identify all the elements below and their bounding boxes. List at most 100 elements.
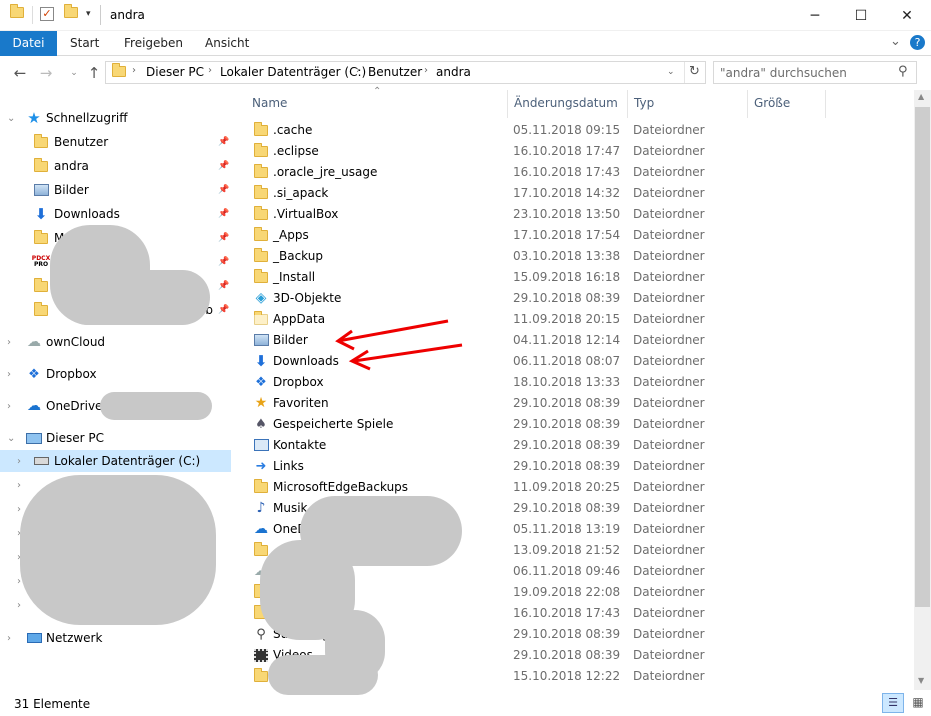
chevron-right-icon[interactable]: ›	[132, 65, 136, 76]
file-row[interactable]: ♠ Gespeicherte Spiele 29.10.2018 08:39 Date…	[235, 414, 915, 435]
file-type: Dateiordner	[633, 459, 705, 473]
refresh-icon[interactable]: ↻	[689, 64, 700, 79]
chevron-down-icon[interactable]: ⌄	[7, 113, 15, 124]
column-header-name[interactable]: Name	[246, 90, 508, 118]
chevron-right-icon[interactable]: ›	[208, 65, 212, 76]
pin-icon[interactable]: 📌	[218, 185, 229, 195]
column-header-date[interactable]: Änderungsdatum	[508, 90, 628, 118]
pin-icon[interactable]: 📌	[218, 137, 229, 147]
file-date: 19.09.2018 22:08	[513, 585, 621, 599]
properties-icon[interactable]: ✓	[40, 7, 54, 21]
download-icon: ⬇	[34, 205, 48, 223]
chevron-right-icon[interactable]: ›	[424, 65, 428, 76]
nav-item-owncloud[interactable]: › ☁ ownCloud	[0, 331, 231, 353]
close-button[interactable]: ✕	[884, 0, 930, 31]
nav-item-local-disk[interactable]: › Lokaler Datenträger (C:)	[0, 450, 231, 472]
pin-icon[interactable]: 📌	[218, 233, 229, 243]
customize-quick-access-icon[interactable]: ▾	[86, 9, 91, 19]
file-row[interactable]: MicrosoftEdgeBackups 11.09.2018 20:25 Date…	[235, 477, 915, 498]
pin-icon[interactable]: 📌	[218, 161, 229, 171]
file-row[interactable]: ❖ Dropbox 18.10.2018 13:33 Dateiordner	[235, 372, 915, 393]
nav-item-andra[interactable]: andra 📌	[0, 155, 231, 177]
star-icon: ★	[27, 109, 41, 127]
breadcrumb-local-disk[interactable]: Lokaler Datenträger (C:)	[220, 65, 366, 79]
file-row[interactable]: .VirtualBox 23.10.2018 13:50 Dateiordner	[235, 204, 915, 225]
scroll-down-icon[interactable]: ▼	[918, 676, 924, 685]
link-icon: ➜	[255, 458, 267, 474]
expand-ribbon-icon[interactable]: ⌄	[890, 34, 901, 49]
nav-item-quick-access[interactable]: ⌄ ★ Schnellzugriff	[0, 107, 231, 129]
nav-item-dropbox[interactable]: › ❖ Dropbox	[0, 363, 231, 385]
nav-label: Dropbox	[46, 367, 97, 381]
up-arrow-icon[interactable]: ↑	[84, 63, 104, 83]
nav-item-downloads[interactable]: ⬇ Downloads 📌	[0, 203, 231, 225]
maximize-button[interactable]: ☐	[838, 0, 884, 31]
pin-icon[interactable]: 📌	[218, 281, 229, 291]
nav-item-benutzer[interactable]: Benutzer 📌	[0, 131, 231, 153]
tab-ansicht[interactable]: Ansicht	[195, 31, 259, 56]
file-row[interactable]: .cache 05.11.2018 09:15 Dateiordner	[235, 120, 915, 141]
scroll-up-icon[interactable]: ▲	[918, 92, 924, 101]
folder-icon	[33, 277, 49, 294]
details-view-icon[interactable]: ☰	[882, 693, 904, 713]
address-dropdown-icon[interactable]: ⌄	[667, 67, 675, 77]
help-icon[interactable]: ?	[910, 35, 925, 50]
file-name: _Apps	[273, 228, 309, 242]
chevron-right-icon[interactable]: ›	[17, 480, 21, 491]
nav-item-netzwerk[interactable]: › Netzwerk	[0, 627, 231, 649]
file-row[interactable]: .eclipse 16.10.2018 17:47 Dateiordner	[235, 141, 915, 162]
new-folder-icon[interactable]	[64, 4, 80, 23]
nav-item-bilder[interactable]: Bilder 📌	[0, 179, 231, 201]
scrollbar-thumb[interactable]	[915, 107, 930, 607]
chevron-down-icon[interactable]: ⌄	[7, 433, 15, 444]
file-row[interactable]: ◈ 3D-Objekte 29.10.2018 08:39 Dateiordner	[235, 288, 915, 309]
chevron-right-icon[interactable]: ›	[7, 369, 11, 380]
column-header-size[interactable]: Größe	[748, 90, 826, 118]
file-date: 17.10.2018 14:32	[513, 186, 621, 200]
large-icons-view-icon[interactable]: ▦	[908, 693, 928, 713]
tab-start[interactable]: Start	[60, 31, 109, 56]
divider	[100, 5, 101, 25]
search-icon[interactable]: ⚲	[898, 64, 908, 79]
file-row[interactable]: ➜ Links 29.10.2018 08:39 Dateiordner	[235, 456, 915, 477]
file-type: Dateiordner	[633, 501, 705, 515]
search-input[interactable]: "andra" durchsuchen	[713, 61, 917, 84]
nav-label: ownCloud	[46, 335, 106, 349]
chevron-right-icon[interactable]: ›	[7, 337, 11, 348]
file-type: Dateiordner	[633, 627, 705, 641]
chevron-right-icon[interactable]: ›	[356, 65, 360, 76]
breadcrumb-dieser-pc[interactable]: Dieser PC	[146, 65, 204, 79]
file-type: Dateiordner	[633, 396, 705, 410]
tab-freigeben[interactable]: Freigeben	[114, 31, 193, 56]
chevron-right-icon[interactable]: ›	[7, 633, 11, 644]
file-name: .VirtualBox	[273, 207, 339, 221]
chevron-right-icon[interactable]: ›	[17, 600, 21, 611]
back-arrow-icon[interactable]: ←	[10, 63, 30, 83]
file-row[interactable]: .si_apack 17.10.2018 14:32 Dateiordner	[235, 183, 915, 204]
pin-icon[interactable]: 📌	[218, 305, 229, 315]
file-name: Musik	[273, 501, 308, 515]
file-date: 29.10.2018 08:39	[513, 459, 621, 473]
address-bar[interactable]: › Dieser PC › Lokaler Datenträger (C:) ›…	[105, 61, 706, 84]
pin-icon[interactable]: 📌	[218, 209, 229, 219]
tab-datei[interactable]: Datei	[0, 31, 57, 56]
file-row[interactable]: _Backup 03.10.2018 13:38 Dateiordner	[235, 246, 915, 267]
chevron-right-icon[interactable]: ›	[17, 456, 21, 467]
nav-item-dieser-pc[interactable]: ⌄ Dieser PC	[0, 427, 231, 449]
minimize-button[interactable]: ─	[792, 0, 838, 31]
file-row[interactable]: Kontakte 29.10.2018 08:39 Dateiordner	[235, 435, 915, 456]
file-row[interactable]: ★ Favoriten 29.10.2018 08:39 Dateiordner	[235, 393, 915, 414]
file-row[interactable]: .oracle_jre_usage 16.10.2018 17:43 Dateior…	[235, 162, 915, 183]
recent-locations-chevron-icon[interactable]: ⌄	[64, 63, 84, 83]
breadcrumb-benutzer[interactable]: Benutzer	[368, 65, 422, 79]
column-header-type[interactable]: Typ	[628, 90, 748, 118]
contacts-icon	[253, 437, 269, 453]
file-row[interactable]: _Apps 17.10.2018 17:54 Dateiordner	[235, 225, 915, 246]
breadcrumb-andra[interactable]: andra	[436, 65, 471, 79]
divider	[32, 6, 33, 24]
file-row[interactable]: _Install 15.09.2018 16:18 Dateiordner	[235, 267, 915, 288]
forward-arrow-icon[interactable]: →	[36, 63, 56, 83]
chevron-right-icon[interactable]: ›	[7, 401, 11, 412]
chevron-right-icon[interactable]: ›	[17, 504, 21, 515]
pin-icon[interactable]: 📌	[218, 257, 229, 267]
